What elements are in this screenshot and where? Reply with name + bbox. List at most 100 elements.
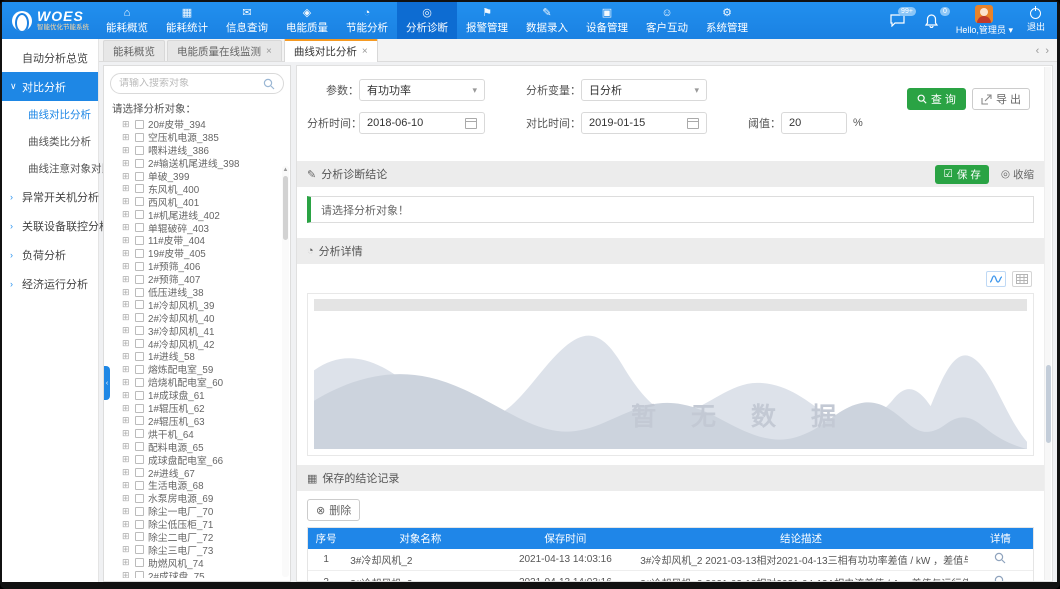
tab-energy-overview[interactable]: 能耗概览 xyxy=(103,40,165,61)
sidebar-item-economic-run[interactable]: › 经济运行分析 xyxy=(2,269,98,298)
tree-item[interactable]: ⊞ 1#预筛_406 xyxy=(110,260,284,273)
expander-icon[interactable]: ⊞ xyxy=(122,468,131,477)
expander-icon[interactable]: ⊞ xyxy=(122,339,131,348)
expander-icon[interactable]: ⊞ xyxy=(122,236,131,245)
checkbox[interactable] xyxy=(135,172,144,181)
expander-icon[interactable]: ⊞ xyxy=(122,223,131,232)
tree-item[interactable]: ⊞ 除尘二电厂_72 xyxy=(110,531,284,544)
tree-item[interactable]: ⊞ 单破_399 xyxy=(110,170,284,183)
save-button[interactable]: ☑ 保 存 xyxy=(935,165,988,184)
checkbox[interactable] xyxy=(135,404,144,413)
expander-icon[interactable]: ⊞ xyxy=(122,275,131,284)
collapse-section-link[interactable]: ◎ 收缩 xyxy=(1001,167,1034,182)
threshold-input[interactable] xyxy=(789,117,839,129)
tree-item[interactable]: ⊞ 1#进线_58 xyxy=(110,350,284,363)
checkbox[interactable] xyxy=(135,120,144,129)
tree-item[interactable]: ⊞ 20#皮带_394 xyxy=(110,118,284,131)
tree-item[interactable]: ⊞ 除尘低压柜_71 xyxy=(110,518,284,531)
expander-icon[interactable]: ⊞ xyxy=(122,352,131,361)
expander-icon[interactable]: ⊞ xyxy=(122,184,131,193)
variable-select[interactable]: 日分析 ▾ xyxy=(581,79,707,101)
checkbox[interactable] xyxy=(135,339,144,348)
checkbox[interactable] xyxy=(135,391,144,400)
messages-icon[interactable]: 99+ xyxy=(888,13,908,29)
tree-item[interactable]: ⊞ 熔炼配电室_59 xyxy=(110,363,284,376)
checkbox[interactable] xyxy=(135,133,144,142)
nav-item[interactable]: ☺ 客户互动 xyxy=(637,2,697,39)
checkbox[interactable] xyxy=(135,288,144,297)
sidebar-subitem[interactable]: 曲线类比分析 xyxy=(2,128,98,155)
close-icon[interactable]: × xyxy=(266,46,272,57)
tree-item[interactable]: ⊞ 2#输送机尾进线_398 xyxy=(110,157,284,170)
expander-icon[interactable]: ⊞ xyxy=(122,262,131,271)
nav-item[interactable]: ⌂ 能耗概览 xyxy=(97,2,157,39)
expander-icon[interactable]: ⊞ xyxy=(122,429,131,438)
expander-icon[interactable]: ⊞ xyxy=(122,313,131,322)
expander-icon[interactable]: ⊞ xyxy=(122,455,131,464)
panel-scrollbar-thumb[interactable] xyxy=(1046,365,1051,443)
expander-icon[interactable]: ⊞ xyxy=(122,571,131,578)
tree-item[interactable]: ⊞ 除尘三电厂_73 xyxy=(110,543,284,556)
checkbox[interactable] xyxy=(135,494,144,503)
search-icon[interactable] xyxy=(263,78,275,90)
search-input[interactable] xyxy=(119,78,257,89)
expander-icon[interactable]: ⊞ xyxy=(122,159,131,168)
tree-item[interactable]: ⊞ 喂料进线_386 xyxy=(110,144,284,157)
analysis-date-input[interactable]: 2018-06-10 xyxy=(359,112,485,134)
nav-item[interactable]: ✉ 信息查询 xyxy=(217,2,277,39)
expander-icon[interactable]: ⊞ xyxy=(122,146,131,155)
tree-item[interactable]: ⊞ 2#成球盘_75 xyxy=(110,569,284,578)
expander-icon[interactable]: ⊞ xyxy=(122,120,131,129)
nav-item[interactable]: ⚑ 报警管理 xyxy=(457,2,517,39)
tree-item[interactable]: ⊞ 19#皮带_405 xyxy=(110,247,284,260)
checkbox[interactable] xyxy=(135,326,144,335)
tree-scrollbar[interactable]: ▲ xyxy=(282,166,289,577)
checkbox[interactable] xyxy=(135,481,144,490)
view-detail-magnifier-icon[interactable] xyxy=(994,552,1006,564)
expander-icon[interactable]: ⊞ xyxy=(122,558,131,567)
tree-item[interactable]: ⊞ 空压机电源_385 xyxy=(110,131,284,144)
export-button[interactable]: 导 出 xyxy=(972,88,1030,110)
expander-icon[interactable]: ⊞ xyxy=(122,442,131,451)
nav-item[interactable]: ◎ 分析诊断 xyxy=(397,2,457,39)
tree-item[interactable]: ⊞ 3#冷却风机_41 xyxy=(110,324,284,337)
expander-icon[interactable]: ⊞ xyxy=(122,520,131,529)
nav-item[interactable]: ⚙ 系统管理 xyxy=(697,2,757,39)
tree-item[interactable]: ⊞ 单辊破碎_403 xyxy=(110,221,284,234)
checkbox[interactable] xyxy=(135,545,144,554)
checkbox[interactable] xyxy=(135,378,144,387)
checkbox[interactable] xyxy=(135,236,144,245)
checkbox[interactable] xyxy=(135,249,144,258)
tree-item[interactable]: ⊞ 1#冷却风机_39 xyxy=(110,298,284,311)
sidebar-subitem[interactable]: 曲线注意对象对比 xyxy=(2,155,98,182)
checkbox[interactable] xyxy=(135,507,144,516)
expander-icon[interactable]: ⊞ xyxy=(122,532,131,541)
tree-item[interactable]: ⊞ 生活电源_68 xyxy=(110,479,284,492)
nav-item[interactable]: ▦ 能耗统计 xyxy=(157,2,217,39)
expander-icon[interactable]: ⊞ xyxy=(122,249,131,258)
nav-item[interactable]: ◈ 电能质量 xyxy=(277,2,337,39)
checkbox[interactable] xyxy=(135,300,144,309)
expander-icon[interactable]: ⊞ xyxy=(122,404,131,413)
checkbox[interactable] xyxy=(135,197,144,206)
tree-item[interactable]: ⊞ 1#辊压机_62 xyxy=(110,402,284,415)
expander-icon[interactable]: ⊞ xyxy=(122,481,131,490)
tree-item[interactable]: ⊞ 2#辊压机_63 xyxy=(110,414,284,427)
expander-icon[interactable]: ⊞ xyxy=(122,507,131,516)
tree-item[interactable]: ⊞ 1#成球盘_61 xyxy=(110,389,284,402)
checkbox[interactable] xyxy=(135,313,144,322)
expander-icon[interactable]: ⊞ xyxy=(122,416,131,425)
expander-icon[interactable]: ⊞ xyxy=(122,210,131,219)
tab-curve-compare[interactable]: 曲线对比分析 × xyxy=(284,39,378,62)
table-row[interactable]: 2 3#冷却风机_2 2021-04-13 14:03:16 3#冷却风机_2 … xyxy=(308,571,1033,582)
tree-item[interactable]: ⊞ 西风机_401 xyxy=(110,195,284,208)
sidebar-item-auto-overview[interactable]: 自动分析总览 xyxy=(2,43,98,72)
expander-icon[interactable]: ⊞ xyxy=(122,133,131,142)
tree-item[interactable]: ⊞ 成球盘配电室_66 xyxy=(110,453,284,466)
panel-scrollbar[interactable] xyxy=(1044,67,1051,580)
tree-item[interactable]: ⊞ 除尘一电厂_70 xyxy=(110,505,284,518)
checkbox[interactable] xyxy=(135,223,144,232)
tree-item[interactable]: ⊞ 助燃风机_74 xyxy=(110,556,284,569)
tree-item[interactable]: ⊞ 配料电源_65 xyxy=(110,440,284,453)
checkbox[interactable] xyxy=(135,352,144,361)
